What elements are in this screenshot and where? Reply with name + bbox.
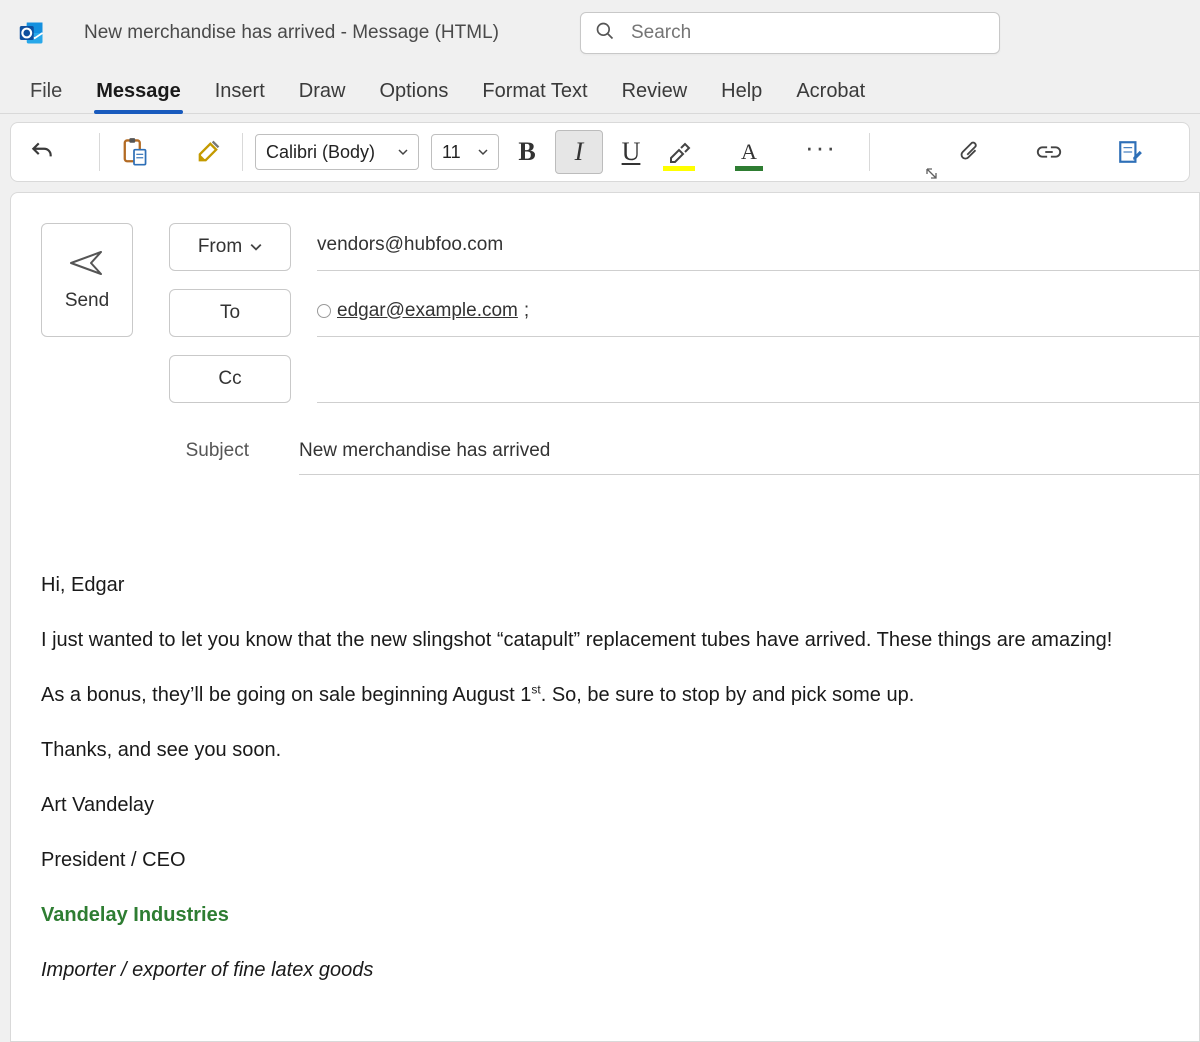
to-button[interactable]: To bbox=[169, 289, 291, 337]
signature-icon bbox=[1117, 139, 1143, 165]
paste-button[interactable] bbox=[112, 130, 156, 174]
undo-button[interactable] bbox=[21, 130, 63, 174]
cc-field[interactable] bbox=[317, 355, 1199, 403]
italic-button[interactable]: I bbox=[555, 130, 603, 174]
tab-file[interactable]: File bbox=[28, 72, 64, 113]
tab-draw[interactable]: Draw bbox=[297, 72, 348, 113]
body-paragraph: I just wanted to let you know that the n… bbox=[41, 626, 1159, 655]
cc-label: Cc bbox=[218, 368, 241, 390]
from-button[interactable]: From bbox=[169, 223, 291, 271]
body-superscript: st bbox=[531, 682, 540, 696]
title-bar: New merchandise has arrived - Message (H… bbox=[0, 0, 1200, 66]
body-text: As a bonus, they’ll be going on sale beg… bbox=[41, 684, 531, 706]
insert-link-dropdown[interactable] bbox=[1083, 130, 1099, 174]
signature-name: Art Vandelay bbox=[41, 791, 1159, 820]
subject-field[interactable]: New merchandise has arrived bbox=[299, 427, 1199, 475]
bold-label: B bbox=[518, 139, 535, 165]
search-icon bbox=[595, 21, 629, 45]
highlighter-icon bbox=[667, 139, 691, 165]
font-name-value: Calibri (Body) bbox=[266, 142, 375, 163]
highlight-dropdown[interactable] bbox=[707, 130, 723, 174]
compose-pane: Send From vendors@hubfoo.com To edgar@ex… bbox=[10, 192, 1200, 1042]
attach-file-button[interactable] bbox=[951, 130, 989, 174]
from-value: vendors@hubfoo.com bbox=[317, 234, 503, 256]
tab-help[interactable]: Help bbox=[719, 72, 764, 113]
attach-file-dropdown[interactable] bbox=[1001, 130, 1017, 174]
outlook-icon bbox=[18, 19, 46, 47]
message-body[interactable]: Hi, Edgar I just wanted to let you know … bbox=[41, 571, 1199, 985]
tab-review[interactable]: Review bbox=[620, 72, 690, 113]
link-icon bbox=[1035, 142, 1063, 162]
signature-dropdown[interactable] bbox=[1163, 130, 1179, 174]
underline-label: U bbox=[622, 139, 641, 165]
ribbon-toolbar: Calibri (Body) 11 B I U bbox=[10, 122, 1190, 182]
body-text: . So, be sure to stop by and pick some u… bbox=[541, 684, 915, 706]
italic-label: I bbox=[575, 139, 584, 165]
signature-button[interactable] bbox=[1109, 130, 1151, 174]
tab-options[interactable]: Options bbox=[377, 72, 450, 113]
bold-button[interactable]: B bbox=[505, 130, 549, 174]
tab-message[interactable]: Message bbox=[94, 72, 183, 113]
presence-icon bbox=[317, 304, 331, 318]
font-color-label: A bbox=[741, 141, 757, 163]
font-color-swatch bbox=[735, 166, 763, 171]
send-label: Send bbox=[65, 290, 109, 312]
format-painter-button[interactable] bbox=[186, 130, 230, 174]
paste-dropdown[interactable] bbox=[164, 130, 180, 174]
recipient-chip[interactable]: edgar@example.com; bbox=[317, 300, 529, 322]
signature-title: President / CEO bbox=[41, 846, 1159, 875]
subject-label: Subject bbox=[41, 440, 299, 462]
font-color-button[interactable]: A bbox=[729, 130, 769, 174]
body-greeting: Hi, Edgar bbox=[41, 571, 1159, 600]
recipient-address: edgar@example.com bbox=[337, 300, 518, 322]
paperclip-icon bbox=[959, 139, 981, 165]
underline-button[interactable]: U bbox=[609, 130, 653, 174]
separator bbox=[869, 133, 870, 171]
signature-company: Vandelay Industries bbox=[41, 901, 1159, 930]
window-title: New merchandise has arrived - Message (H… bbox=[84, 22, 499, 44]
tab-format-text[interactable]: Format Text bbox=[480, 72, 589, 113]
body-paragraph: Thanks, and see you soon. bbox=[41, 736, 1159, 765]
font-size-value: 11 bbox=[442, 142, 461, 163]
from-field[interactable]: vendors@hubfoo.com bbox=[317, 223, 1199, 271]
from-label: From bbox=[198, 236, 242, 258]
separator bbox=[99, 133, 100, 171]
undo-dropdown[interactable] bbox=[71, 130, 87, 174]
subject-value: New merchandise has arrived bbox=[299, 440, 550, 462]
body-paragraph: As a bonus, they’ll be going on sale beg… bbox=[41, 681, 1159, 710]
to-field[interactable]: edgar@example.com; bbox=[317, 289, 1199, 337]
send-button[interactable]: Send bbox=[41, 223, 133, 337]
recipient-suffix: ; bbox=[524, 300, 529, 322]
tab-insert[interactable]: Insert bbox=[213, 72, 267, 113]
text-highlight-button[interactable] bbox=[659, 130, 699, 174]
insert-link-button[interactable] bbox=[1027, 130, 1071, 174]
font-color-dropdown[interactable] bbox=[777, 130, 793, 174]
signature-tagline: Importer / exporter of fine latex goods bbox=[41, 956, 1159, 985]
font-name-select[interactable]: Calibri (Body) bbox=[255, 134, 419, 170]
send-icon bbox=[69, 248, 105, 278]
tab-acrobat[interactable]: Acrobat bbox=[794, 72, 867, 113]
more-commands-button[interactable]: ··· bbox=[799, 130, 843, 174]
separator bbox=[242, 133, 243, 171]
cc-button[interactable]: Cc bbox=[169, 355, 291, 403]
chevron-down-icon bbox=[250, 241, 262, 253]
to-label: To bbox=[220, 302, 240, 324]
highlight-color-swatch bbox=[663, 166, 695, 171]
search-box[interactable] bbox=[580, 12, 1000, 54]
ellipsis-icon: ··· bbox=[805, 132, 837, 163]
dialog-launcher-button[interactable] bbox=[925, 167, 939, 181]
ribbon-tabs: File Message Insert Draw Options Format … bbox=[0, 66, 1200, 114]
search-input[interactable] bbox=[629, 21, 985, 45]
font-size-select[interactable]: 11 bbox=[431, 134, 499, 170]
